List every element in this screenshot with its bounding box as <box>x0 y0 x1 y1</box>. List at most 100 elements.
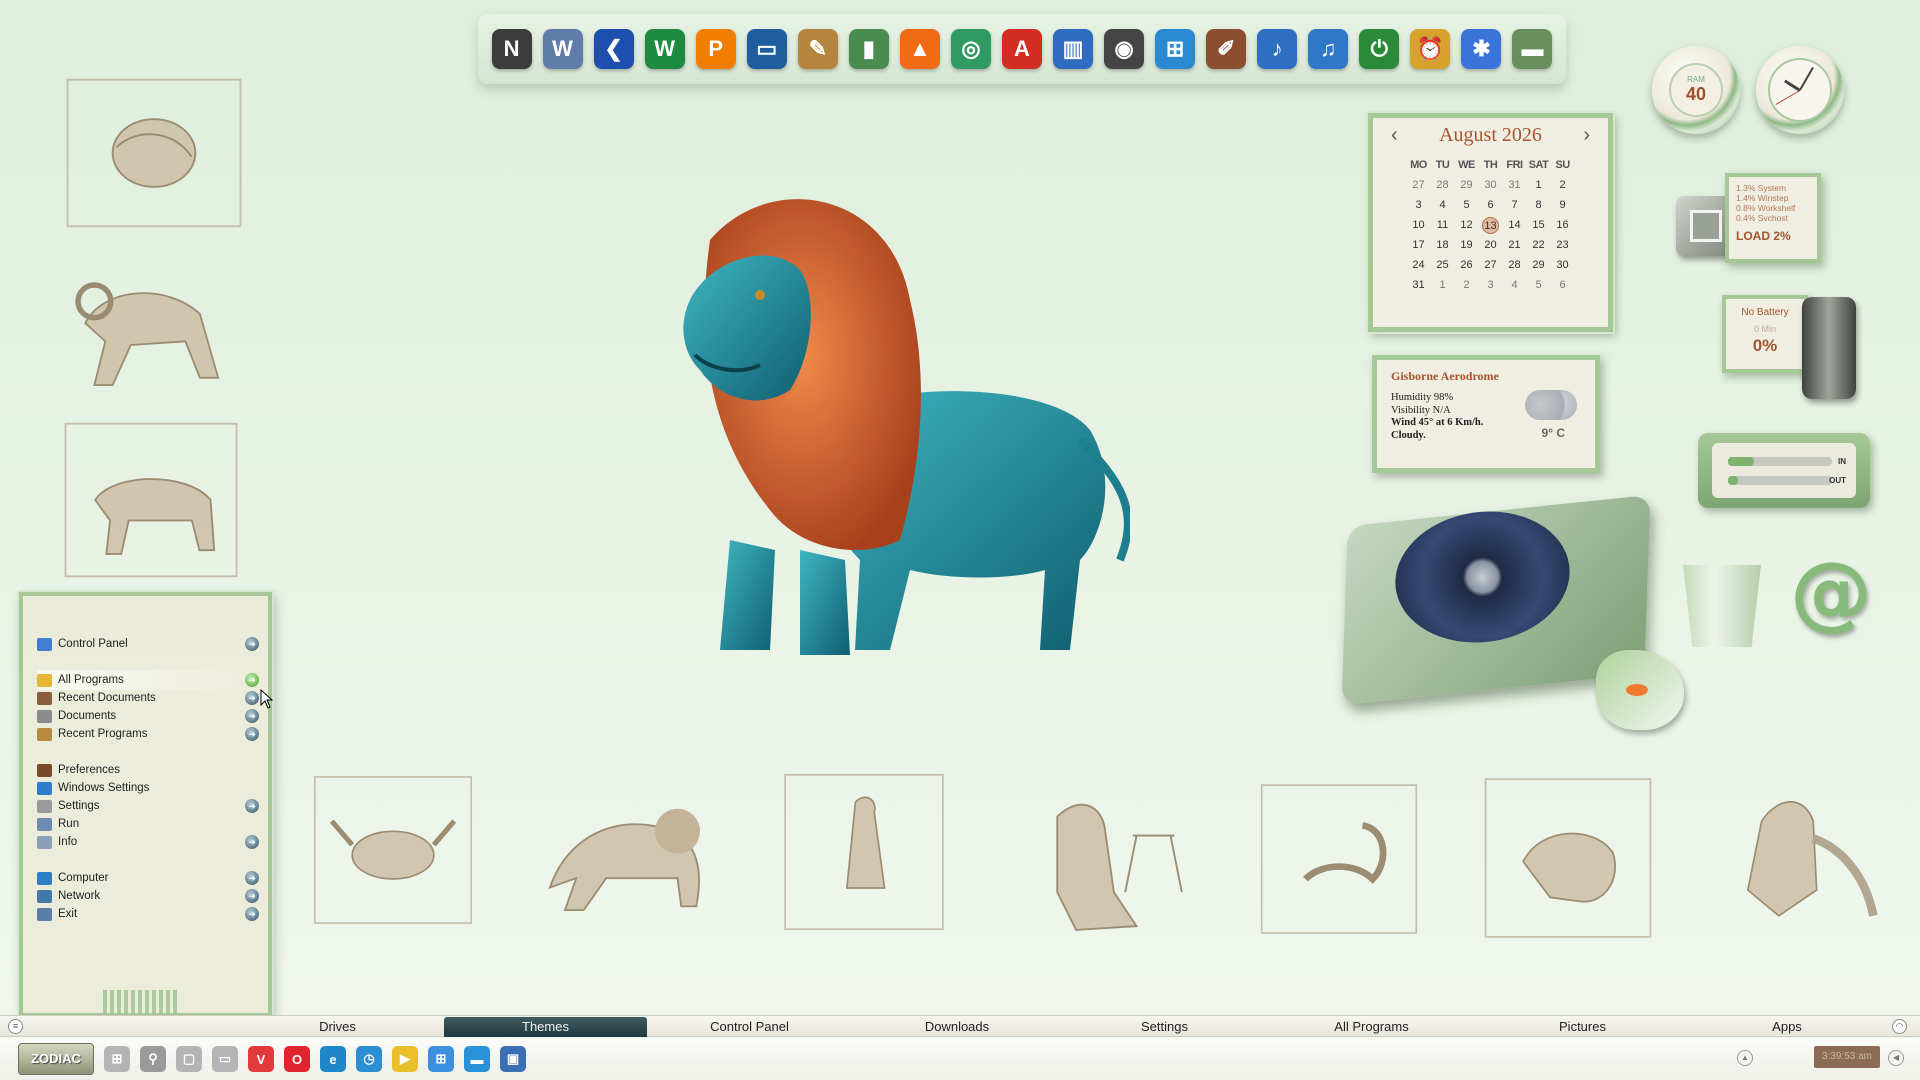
calendar-day[interactable]: 6 <box>1551 275 1575 295</box>
start-button[interactable]: ZODIAC <box>18 1043 94 1075</box>
calendar-day[interactable]: 17 <box>1407 235 1431 255</box>
winamp-icon[interactable]: W <box>644 29 685 69</box>
pisces-artwork[interactable] <box>60 72 248 234</box>
menu-item-all-programs[interactable]: All Programs ➜ <box>37 670 259 690</box>
monitor-icon[interactable]: ▣ <box>500 1046 526 1072</box>
leo-artwork[interactable] <box>530 775 720 925</box>
category-tab-all-programs[interactable]: All Programs <box>1284 1017 1459 1037</box>
task-view-icon[interactable]: ⊞ <box>104 1046 130 1072</box>
menu-item-preferences[interactable]: Preferences <box>37 760 259 780</box>
menu-item-control-panel[interactable]: Control Panel ➜ <box>37 634 259 654</box>
network-meter[interactable]: IN OUT <box>1698 433 1870 508</box>
ram-gauge[interactable]: RAM 40 <box>1652 46 1740 134</box>
calendar-day[interactable]: 13 <box>1479 215 1503 235</box>
calendar-day[interactable]: 3 <box>1479 275 1503 295</box>
calendar-day[interactable]: 24 <box>1407 255 1431 275</box>
menu-item-computer[interactable]: Computer ➜ <box>37 868 259 888</box>
calendar-day[interactable]: 15 <box>1527 215 1551 235</box>
calendar-day[interactable]: 23 <box>1551 235 1575 255</box>
calendar-day[interactable]: 9 <box>1551 195 1575 215</box>
calendar-day[interactable]: 6 <box>1479 195 1503 215</box>
brushes-icon[interactable]: ✐ <box>1206 29 1247 69</box>
submenu-arrow-icon[interactable]: ➜ <box>245 907 259 921</box>
capricorn-artwork[interactable] <box>1478 772 1658 944</box>
acrobat-icon[interactable]: A <box>1001 29 1042 69</box>
menu-item-network[interactable]: Network ➜ <box>37 886 259 906</box>
fish-gadget[interactable] <box>1596 650 1684 730</box>
calendar-day[interactable]: 1 <box>1527 175 1551 195</box>
submenu-arrow-icon[interactable]: ➜ <box>245 673 259 687</box>
books-icon[interactable]: ▥ <box>1053 29 1094 69</box>
calendar-day[interactable]: 10 <box>1407 215 1431 235</box>
menu-item-settings[interactable]: Settings ➜ <box>37 796 259 816</box>
category-tab-downloads[interactable]: Downloads <box>872 1017 1042 1037</box>
category-tab-themes[interactable]: Themes <box>444 1017 647 1037</box>
back-arrow-icon[interactable]: ❮ <box>593 29 634 69</box>
category-tab-pictures[interactable]: Pictures <box>1490 1017 1675 1037</box>
recycle-bin-icon[interactable] <box>1683 565 1761 647</box>
music-note-icon[interactable]: ♪ <box>1257 29 1298 69</box>
category-tab-control-panel[interactable]: Control Panel <box>657 1017 842 1037</box>
tray-clock[interactable]: 3:39:53 am <box>1814 1046 1880 1068</box>
calendar-day[interactable]: 31 <box>1503 175 1527 195</box>
calendar-day[interactable]: 14 <box>1503 215 1527 235</box>
calendar-day[interactable]: 8 <box>1527 195 1551 215</box>
category-tab-drives[interactable]: Drives <box>270 1017 405 1037</box>
submenu-arrow-icon[interactable]: ➜ <box>245 691 259 705</box>
calendar-day[interactable]: 3 <box>1407 195 1431 215</box>
menu-item-exit[interactable]: Exit ➜ <box>37 904 259 924</box>
calendar-prev-icon[interactable]: ‹ <box>1391 124 1398 147</box>
calendar-next-icon[interactable]: › <box>1583 124 1590 147</box>
cancer-artwork[interactable] <box>308 770 478 930</box>
calendar-day[interactable]: 28 <box>1503 255 1527 275</box>
tray-expand-icon[interactable]: ▲ <box>1737 1050 1753 1066</box>
category-scroll-icon[interactable]: ◠ <box>1892 1019 1907 1034</box>
category-tab-settings[interactable]: Settings <box>1082 1017 1247 1037</box>
power-icon[interactable]: ⏻ <box>1359 29 1400 69</box>
calendar-day[interactable]: 12 <box>1455 215 1479 235</box>
calendar-day[interactable]: 4 <box>1431 195 1455 215</box>
submenu-arrow-icon[interactable]: ➜ <box>245 835 259 849</box>
paint-icon[interactable]: ✎ <box>797 29 838 69</box>
monitor-icon[interactable]: ▭ <box>746 29 787 69</box>
calendar-day[interactable]: 29 <box>1455 175 1479 195</box>
calendar-day[interactable]: 19 <box>1455 235 1479 255</box>
camera-icon[interactable]: ◉ <box>1104 29 1145 69</box>
submenu-arrow-icon[interactable]: ➜ <box>245 709 259 723</box>
submenu-arrow-icon[interactable]: ➜ <box>245 871 259 885</box>
battery-meter[interactable]: No Battery 0 Min 0% <box>1722 295 1808 373</box>
edge-icon[interactable]: e <box>320 1046 346 1072</box>
taurus-artwork[interactable] <box>58 416 244 584</box>
submenu-arrow-icon[interactable]: ➜ <box>245 637 259 651</box>
calendar-day[interactable]: 11 <box>1431 215 1455 235</box>
potplayer-icon[interactable]: P <box>695 29 736 69</box>
recycle-icon[interactable]: ▮ <box>848 29 889 69</box>
vivaldi-icon[interactable]: V <box>248 1046 274 1072</box>
calendar-day[interactable]: 27 <box>1479 255 1503 275</box>
clock-app-icon[interactable]: ◷ <box>356 1046 382 1072</box>
calendar-day[interactable]: 30 <box>1551 255 1575 275</box>
calendar-day[interactable]: 5 <box>1455 195 1479 215</box>
cpu-meter[interactable]: 1.3% System 1.4% Winstep 0.8% Workshelf 0.4… <box>1725 173 1821 263</box>
calendar-day[interactable]: 5 <box>1527 275 1551 295</box>
calendar-day[interactable]: 28 <box>1431 175 1455 195</box>
mail-icon[interactable]: @ <box>1790 545 1872 640</box>
nexus-icon[interactable]: N <box>491 29 532 69</box>
calendar-day[interactable]: 31 <box>1407 275 1431 295</box>
calendar-day[interactable]: 27 <box>1407 175 1431 195</box>
calendar-day[interactable]: 4 <box>1503 275 1527 295</box>
calendar-day[interactable]: 16 <box>1551 215 1575 235</box>
submenu-arrow-icon[interactable]: ➜ <box>245 799 259 813</box>
calendar-day[interactable]: 2 <box>1551 175 1575 195</box>
aries-artwork[interactable] <box>58 250 240 400</box>
vlc-icon[interactable]: ▲ <box>899 29 940 69</box>
menu-item-documents[interactable]: Documents ➜ <box>37 706 259 726</box>
show-desktop-icon[interactable]: ◀ <box>1888 1050 1904 1066</box>
analog-clock[interactable] <box>1756 46 1844 134</box>
weather-widget[interactable]: Gisborne Aerodrome Humidity 98% Visibili… <box>1372 355 1600 473</box>
winstep-icon[interactable]: W <box>542 29 583 69</box>
calendar-day[interactable]: 20 <box>1479 235 1503 255</box>
desktop-icon[interactable]: ▬ <box>464 1046 490 1072</box>
aquarius-artwork[interactable] <box>1710 752 1882 942</box>
category-menu-icon[interactable]: ≡ <box>8 1019 23 1034</box>
